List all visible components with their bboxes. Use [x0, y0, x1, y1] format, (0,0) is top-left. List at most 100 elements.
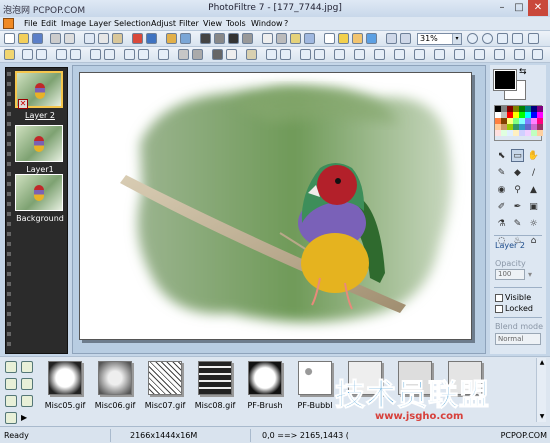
folder-icon[interactable] [21, 361, 33, 373]
effect-icon[interactable] [290, 33, 301, 44]
pattern-icon[interactable] [514, 49, 525, 60]
contrast-icon[interactable] [200, 33, 211, 44]
selection-icon[interactable] [4, 49, 15, 60]
menu-file[interactable]: File [24, 19, 37, 28]
close-button[interactable]: ✕ [528, 0, 548, 16]
fullscreen-icon[interactable] [400, 33, 411, 44]
save-icon[interactable] [32, 33, 43, 44]
menu-adjust[interactable]: Adjust [151, 19, 176, 28]
text-icon[interactable] [324, 33, 335, 44]
checkbox-box[interactable] [495, 293, 503, 302]
gamma-up-icon[interactable] [138, 49, 149, 60]
palette-color-swatch[interactable] [537, 130, 543, 136]
move-up-icon[interactable] [414, 49, 425, 60]
line-tool-icon[interactable]: / [527, 166, 540, 179]
scan-icon[interactable] [50, 33, 61, 44]
blur-filter-icon[interactable] [178, 49, 189, 60]
app-icon[interactable] [3, 18, 14, 29]
visible-checkbox[interactable]: Visible [495, 293, 531, 302]
smudge-tool-icon[interactable]: ✎ [511, 217, 524, 230]
filter-item[interactable]: Misc08.gif [193, 361, 237, 410]
menu-image[interactable]: Image [61, 19, 86, 28]
autocrop-icon[interactable] [352, 33, 363, 44]
cut-icon[interactable] [84, 33, 95, 44]
color-palette[interactable] [494, 105, 543, 141]
selection-tool-icon[interactable]: ▭ [511, 149, 524, 162]
menu-tools[interactable]: Tools [226, 19, 246, 28]
flip-vertical-icon[interactable] [314, 49, 325, 60]
zoom-out-icon[interactable] [482, 33, 493, 44]
play-arrow-icon[interactable]: ▶ [21, 412, 33, 424]
filter-item[interactable]: Misc05.gif [43, 361, 87, 410]
move-down-icon[interactable] [434, 49, 445, 60]
tree-icon[interactable] [5, 361, 17, 373]
redo-icon[interactable] [146, 33, 157, 44]
resize-icon[interactable] [354, 49, 365, 60]
tree-icon[interactable] [5, 412, 17, 424]
filter-scrollbar[interactable]: ▲ ▼ [536, 358, 546, 422]
menu-view[interactable]: View [203, 19, 222, 28]
menu-filter[interactable]: Filter [179, 19, 199, 28]
sharpen-filter-icon[interactable] [192, 49, 203, 60]
sharpen-icon[interactable] [276, 33, 287, 44]
menu-layer[interactable]: Layer [89, 19, 111, 28]
emboss-icon[interactable] [212, 49, 223, 60]
layer-delete-icon[interactable]: ✕ [18, 99, 28, 109]
zoom-select[interactable]: 31% ▾ [417, 33, 462, 45]
new-file-icon[interactable] [4, 33, 15, 44]
tree-icon[interactable] [5, 378, 17, 390]
rotate-right-icon[interactable] [280, 49, 291, 60]
saturation-down-icon[interactable] [90, 49, 101, 60]
drop-tool-icon[interactable]: ⚗ [495, 217, 508, 230]
scroll-down-icon[interactable]: ▼ [538, 413, 546, 421]
contrast-up-icon[interactable] [70, 49, 81, 60]
dodge-tool-icon[interactable]: ☼ [527, 217, 540, 230]
filter-item[interactable]: Misc06.gif [93, 361, 137, 410]
canvas-icon[interactable] [374, 49, 385, 60]
sepia-icon[interactable] [242, 33, 253, 44]
scroll-up-icon[interactable]: ▲ [538, 359, 546, 367]
view-icon[interactable] [386, 33, 397, 44]
pipette-tool-icon[interactable]: ✎ [495, 166, 508, 179]
flip-horizontal-icon[interactable] [300, 49, 311, 60]
folder-icon[interactable] [21, 378, 33, 390]
crop-icon[interactable] [334, 49, 345, 60]
contrast-down-icon[interactable] [56, 49, 67, 60]
more-tools-icon[interactable] [532, 49, 543, 60]
menu-window[interactable]: Window [251, 19, 283, 28]
hand-tool-icon[interactable]: ✋ [527, 149, 540, 162]
magic-wand-icon[interactable]: ◆ [511, 166, 524, 179]
color-adjust-icon[interactable] [158, 49, 169, 60]
open-folder-icon[interactable] [18, 33, 29, 44]
filter-item[interactable]: PF-Brush [243, 361, 287, 410]
maximize-button[interactable]: □ [511, 0, 527, 16]
menu-selection[interactable]: Selection [114, 19, 151, 28]
noise-icon[interactable] [226, 49, 237, 60]
pointer-tool-icon[interactable]: ⬉ [495, 149, 508, 162]
grid-icon[interactable] [394, 49, 405, 60]
help-icon[interactable] [528, 33, 539, 44]
layer-item-layer-2[interactable]: ✕ Layer 2 [15, 71, 65, 120]
pen-tool-icon[interactable]: ✒ [511, 200, 524, 213]
print-icon[interactable] [64, 33, 75, 44]
menu-help[interactable]: ? [284, 19, 288, 28]
image-canvas[interactable] [79, 72, 472, 340]
select-all-icon[interactable] [454, 49, 465, 60]
filter-item[interactable]: Misc07.gif [143, 361, 187, 410]
swap-colors-icon[interactable]: ⇆ [519, 67, 527, 77]
rotate-left-icon[interactable] [266, 49, 277, 60]
undo-icon[interactable] [132, 33, 143, 44]
gamma-down-icon[interactable] [124, 49, 135, 60]
frame-icon[interactable] [338, 33, 349, 44]
image-workspace[interactable] [72, 65, 486, 354]
flip-icon[interactable] [304, 33, 315, 44]
minimize-button[interactable]: – [494, 0, 510, 16]
deselect-icon[interactable] [474, 49, 485, 60]
filter-item[interactable]: PF-Bubbl [293, 361, 337, 410]
canvas-size-icon[interactable] [180, 33, 191, 44]
levels-icon[interactable] [214, 33, 225, 44]
fill-tool-icon[interactable]: ◉ [495, 183, 508, 196]
texture-icon[interactable] [246, 49, 257, 60]
zoom-in-icon[interactable] [467, 33, 478, 44]
image-size-icon[interactable] [166, 33, 177, 44]
